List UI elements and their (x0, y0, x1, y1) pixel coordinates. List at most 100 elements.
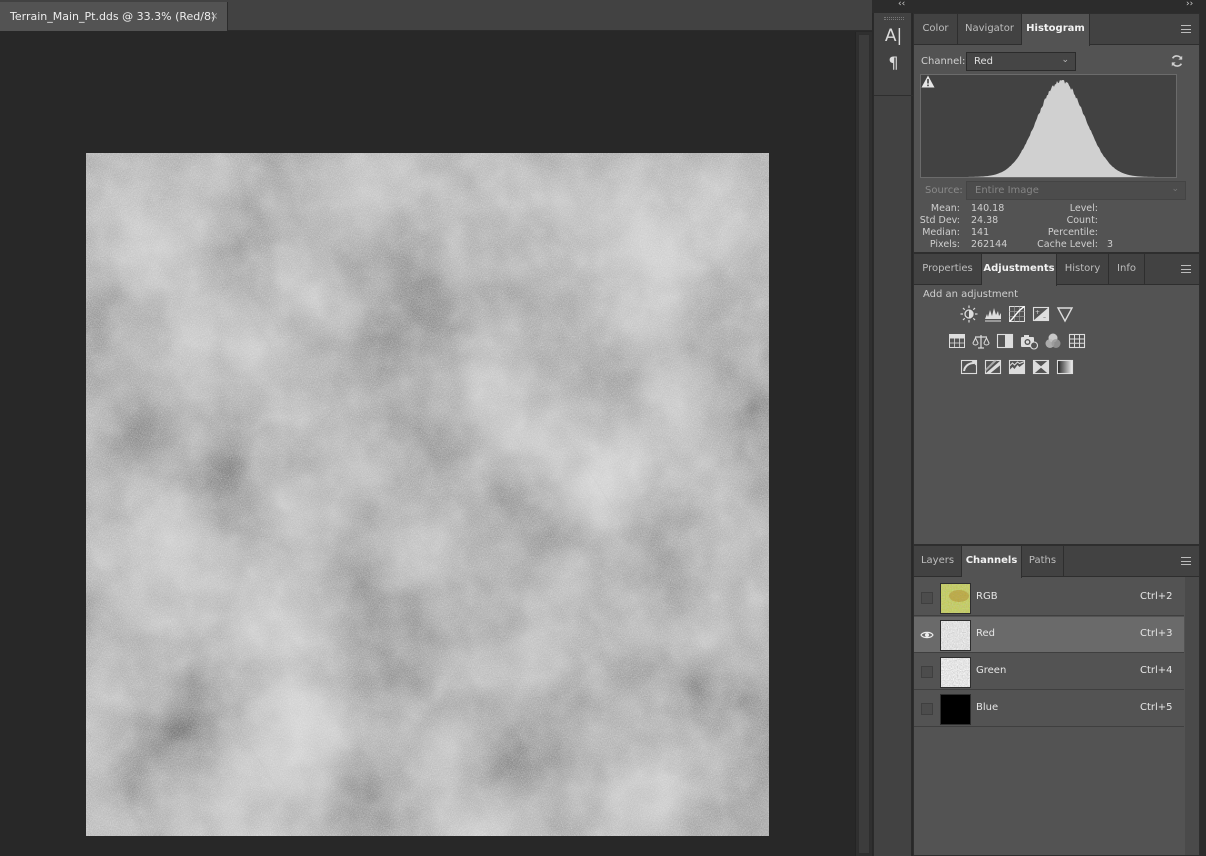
collapse-left-icon[interactable]: ‹‹ (898, 0, 905, 9)
tab-adjustments[interactable]: Adjustments (982, 254, 1057, 286)
threshold-icon[interactable] (1008, 358, 1026, 376)
histogram-panel-tabs: Color Navigator Histogram (914, 14, 1199, 46)
selective-color-icon[interactable] (1032, 358, 1050, 376)
stat-stddev-label: Std Dev: (919, 215, 960, 226)
stat-count-label: Count: (1066, 215, 1098, 226)
channel-shortcut: Ctrl+2 (1140, 591, 1173, 602)
adjustments-heading: Add an adjustment (923, 289, 1019, 300)
tab-paths[interactable]: Paths (1022, 546, 1064, 577)
panel-menu-icon[interactable] (1181, 265, 1191, 273)
channel-row-blue[interactable]: Blue Ctrl+5 (914, 691, 1184, 727)
channel-dropdown[interactable]: Red ⌄ (966, 52, 1076, 71)
histogram-curve (921, 79, 1176, 177)
tab-navigator[interactable]: Navigator (958, 14, 1022, 45)
levels-icon[interactable] (984, 305, 1002, 323)
stat-mean-value: 140.18 (971, 203, 1005, 214)
source-dropdown[interactable]: Entire Image ⌄ (966, 181, 1186, 200)
channel-name: Green (976, 665, 1007, 676)
channel-row-red[interactable]: Red Ctrl+3 (914, 617, 1184, 653)
stat-pixels-label: Pixels: (929, 239, 960, 250)
channel-row-rgb[interactable]: RGB Ctrl+2 (914, 580, 1184, 616)
rgb-thumbnail-texture (941, 584, 970, 613)
collapse-right-icon[interactable]: ›› (1186, 0, 1193, 9)
stat-level-label: Level: (1069, 203, 1098, 214)
document-tab-title: Terrain_Main_Pt.dds @ 33.3% (Red/8) (10, 10, 216, 23)
visibility-toggle[interactable] (921, 592, 933, 604)
stat-cache-level-label: Cache Level: (1037, 239, 1098, 250)
strip-grip[interactable] (884, 17, 904, 20)
channel-mixer-icon[interactable] (1044, 332, 1062, 350)
chevron-down-icon: ⌄ (1171, 184, 1179, 194)
panel-menu-icon[interactable] (1181, 25, 1191, 33)
channel-name: RGB (976, 591, 998, 602)
tab-histogram[interactable]: Histogram (1022, 14, 1090, 46)
channel-shortcut: Ctrl+4 (1140, 665, 1173, 676)
close-tab-icon[interactable]: × (210, 2, 218, 31)
svg-text:–: – (1043, 315, 1046, 322)
channel-name: Blue (976, 702, 999, 713)
color-balance-icon[interactable] (972, 332, 990, 350)
channels-scrollbar[interactable] (1185, 577, 1199, 855)
adjustments-panel-tabs: Properties Adjustments History Info (914, 254, 1199, 286)
exposure-icon[interactable]: +– (1032, 305, 1050, 323)
brightness-contrast-icon[interactable] (960, 305, 978, 323)
paragraph-panel-icon[interactable]: ¶ (874, 53, 913, 72)
stat-percentile-label: Percentile: (1047, 227, 1098, 238)
eye-icon[interactable] (920, 630, 934, 640)
scrollbar-thumb[interactable] (858, 34, 870, 854)
channel-thumbnail-green (940, 657, 971, 688)
refresh-icon[interactable] (1170, 54, 1184, 68)
channel-name: Red (976, 628, 995, 639)
canvas-vertical-scrollbar[interactable] (855, 32, 872, 856)
stat-median-label: Median: (922, 227, 960, 238)
channel-thumbnail-rgb (940, 583, 971, 614)
document-tab[interactable]: Terrain_Main_Pt.dds @ 33.3% (Red/8) × (0, 2, 228, 31)
warning-icon[interactable] (921, 75, 935, 88)
panel-menu-icon[interactable] (1181, 557, 1191, 565)
visibility-toggle[interactable] (921, 666, 933, 678)
gradient-map-icon[interactable] (1056, 358, 1074, 376)
stat-mean-label: Mean: (930, 203, 960, 214)
channel-shortcut: Ctrl+3 (1140, 628, 1173, 639)
tab-color[interactable]: Color (914, 14, 958, 45)
invert-icon[interactable] (960, 358, 978, 376)
visibility-toggle[interactable] (921, 703, 933, 715)
stat-stddev-value: 24.38 (971, 215, 999, 226)
histogram-graph (920, 74, 1177, 178)
posterize-icon[interactable] (984, 358, 1002, 376)
channels-panel: Layers Channels Paths RGB Ctrl+2 Red Ctr… (913, 545, 1200, 856)
channel-thumbnail-blue (940, 694, 971, 725)
hue-saturation-icon[interactable] (948, 332, 966, 350)
dock-header: ‹‹ ›› (872, 0, 1206, 13)
tab-channels[interactable]: Channels (962, 546, 1022, 578)
source-dropdown-value: Entire Image (975, 185, 1039, 196)
green-thumbnail-texture (941, 658, 970, 687)
color-lookup-icon[interactable] (1068, 332, 1086, 350)
svg-text:+: + (1035, 309, 1040, 316)
tab-info[interactable]: Info (1109, 254, 1145, 285)
channel-thumbnail-red (940, 620, 971, 651)
stat-cache-level-value: 3 (1107, 239, 1114, 250)
strip-divider (874, 95, 913, 96)
character-panel-icon[interactable]: A| (874, 26, 913, 46)
texture-image[interactable] (86, 153, 769, 836)
channel-shortcut: Ctrl+5 (1140, 702, 1173, 713)
adjustments-panel: Properties Adjustments History Info Add … (913, 253, 1200, 545)
photo-filter-icon[interactable] (1020, 332, 1038, 350)
channel-label: Channel: (921, 56, 966, 67)
collapsed-panel-strip: A| ¶ (873, 13, 913, 856)
channel-dropdown-value: Red (974, 56, 993, 67)
histogram-panel: Color Navigator Histogram Channel: Red ⌄… (913, 13, 1200, 253)
black-white-icon[interactable] (996, 332, 1014, 350)
stat-median-value: 141 (971, 227, 990, 238)
channels-panel-tabs: Layers Channels Paths (914, 546, 1199, 578)
channel-row-green[interactable]: Green Ctrl+4 (914, 654, 1184, 690)
stat-pixels-value: 262144 (971, 239, 1008, 250)
tab-history[interactable]: History (1057, 254, 1109, 285)
dock-scrollbar[interactable] (1200, 13, 1206, 856)
document-tab-bar: Terrain_Main_Pt.dds @ 33.3% (Red/8) × (0, 0, 872, 31)
tab-layers[interactable]: Layers (914, 546, 962, 577)
curves-icon[interactable] (1008, 305, 1026, 323)
tab-properties[interactable]: Properties (914, 254, 982, 285)
vibrance-icon[interactable] (1056, 305, 1074, 323)
